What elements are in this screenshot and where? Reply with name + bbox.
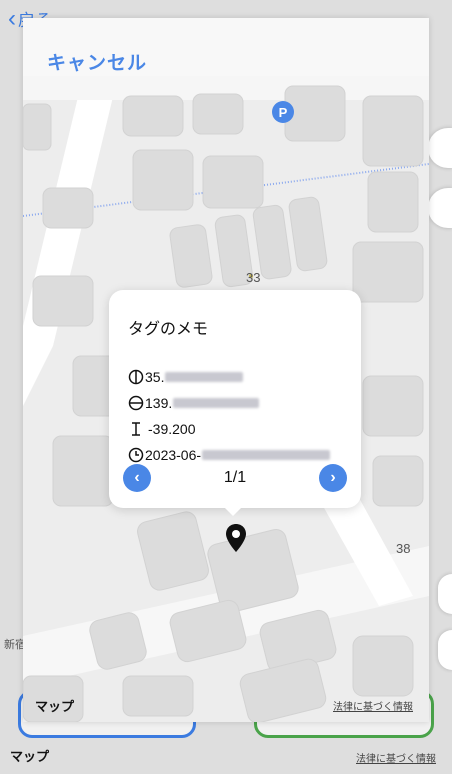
zoom-control[interactable] (438, 574, 452, 614)
map-pin-icon[interactable] (225, 523, 247, 558)
map-block-label: 33 (246, 270, 261, 285)
nav-control[interactable] (438, 630, 452, 670)
date-value: 2023-06- (145, 446, 202, 463)
tag-callout: タグのメモ 35. 139. -39.200 2023-06- ‹ 1/1 › (109, 290, 361, 508)
maps-logo: マップ (35, 699, 75, 714)
parking-icon[interactable]: P (272, 101, 294, 123)
legal-link[interactable]: 法律に基づく情報 (356, 750, 436, 765)
callout-tail (223, 506, 243, 516)
latitude-redacted (165, 371, 244, 382)
longitude-value: 139. (145, 394, 173, 411)
latitude-row: 35. (127, 368, 244, 385)
altitude-icon (127, 420, 144, 437)
longitude-icon (127, 394, 144, 411)
legal-link[interactable]: 法律に基づく情報 (333, 698, 413, 713)
longitude-row: 139. (127, 394, 260, 411)
map-block-label: 38 (396, 541, 411, 556)
cancel-button[interactable]: キャンセル (47, 48, 147, 75)
memo-title: タグのメモ (128, 321, 209, 338)
next-button[interactable]: › (319, 464, 347, 492)
latitude-icon (127, 368, 144, 385)
longitude-redacted (173, 397, 260, 408)
latitude-value: 35. (145, 368, 165, 385)
sheet-header: キャンセル (23, 18, 429, 76)
chevron-right-icon: › (330, 469, 336, 486)
maps-logo: マップ (10, 749, 50, 764)
clock-icon (127, 446, 144, 463)
pager: ‹ 1/1 › (109, 464, 361, 492)
altitude-row: -39.200 (127, 420, 195, 437)
altitude-value: -39.200 (148, 420, 196, 437)
chevron-left-icon: ‹ (8, 4, 16, 32)
location-control[interactable] (428, 128, 452, 168)
date-redacted (202, 449, 331, 460)
map-sheet: キャンセル P 33 38 タグのメモ 35. 139. -39.200 202… (23, 18, 429, 722)
time-row: 2023-06- (127, 446, 331, 463)
map-control[interactable] (428, 188, 452, 228)
